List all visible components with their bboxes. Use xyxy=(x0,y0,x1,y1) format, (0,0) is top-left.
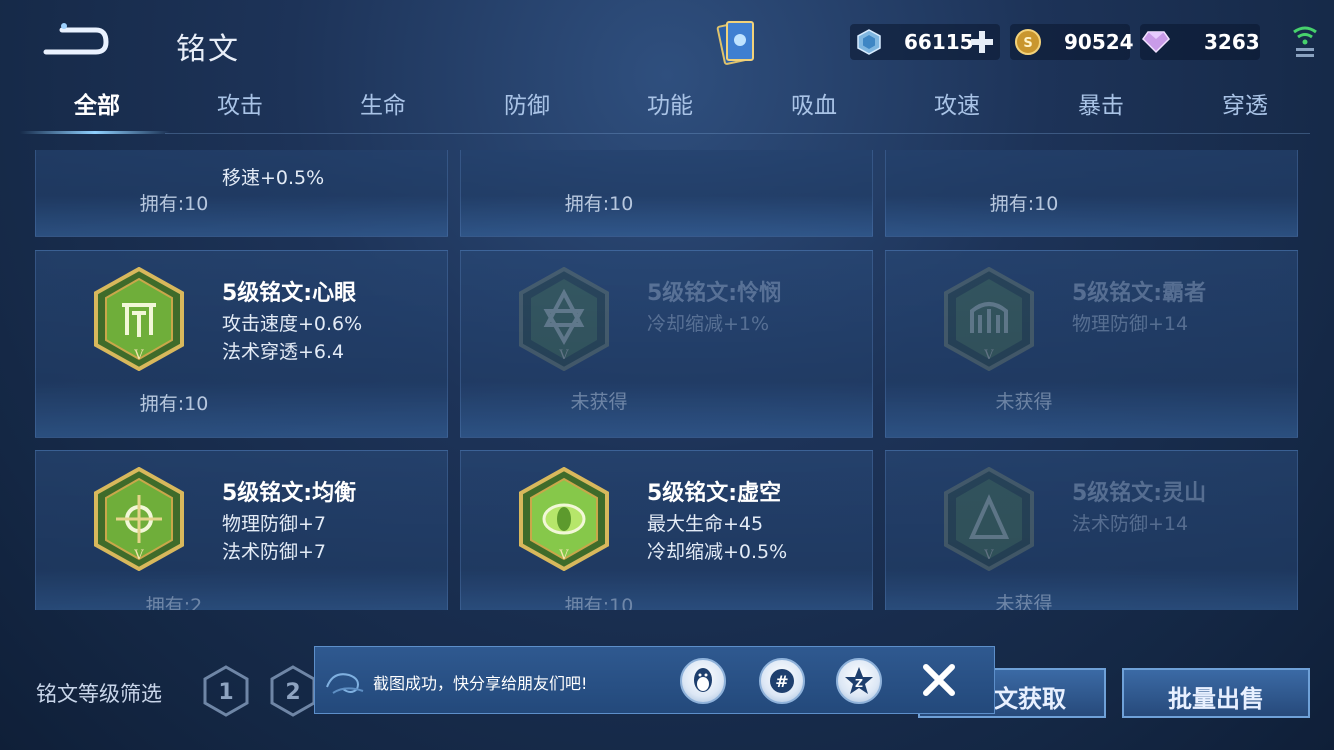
owned-count: 拥有:10 xyxy=(989,193,1059,215)
svg-text:#: # xyxy=(775,672,788,691)
inscription-stat: 物理防御+7 xyxy=(222,513,327,535)
inscription-card-lingshan[interactable]: V 5级铭文:灵山 法术防御+14 未获得 xyxy=(885,450,1298,610)
svg-text:V: V xyxy=(133,548,144,563)
bulk-sell-label: 批量出售 xyxy=(1168,685,1264,713)
active-tab-indicator xyxy=(20,131,170,134)
tab-lifesteal[interactable]: 吸血 xyxy=(759,86,869,120)
owned-count: 拥有:10 xyxy=(564,595,634,610)
inscription-name: 5级铭文:虚空 xyxy=(647,481,782,506)
inscription-card-xinyan[interactable]: V 5级铭文:心眼 攻击速度+0.6% 法术穿透+6.4 拥有:10 xyxy=(35,250,448,438)
svg-text:V: V xyxy=(983,348,994,363)
inscription-stat: 攻击速度+0.6% xyxy=(222,313,363,335)
wifi-icon xyxy=(1293,26,1317,57)
svg-text:S: S xyxy=(1023,36,1032,51)
svg-text:V: V xyxy=(983,548,994,563)
tab-health[interactable]: 生命 xyxy=(328,86,438,120)
bulk-sell-button[interactable]: 批量出售 xyxy=(1122,668,1310,718)
share-qq-button[interactable] xyxy=(680,658,726,704)
not-obtained-label: 未获得 xyxy=(995,593,1053,610)
diamond-currency: 3263 xyxy=(1140,24,1260,60)
inscription-card-junheng[interactable]: V 5级铭文:均衡 物理防御+7 法术防御+7 拥有:2 xyxy=(35,450,448,610)
screenshot-share-toast: 截图成功，快分享给朋友们吧! # Z xyxy=(314,646,995,714)
tab-penetration[interactable]: 穿透 xyxy=(1190,86,1300,120)
inscription-name: 5级铭文:心眼 xyxy=(222,281,357,306)
tab-divider xyxy=(165,133,1310,134)
inscription-gem-icon: V xyxy=(944,267,1034,371)
svg-text:2: 2 xyxy=(285,680,300,705)
inscription-stat: 移速+0.5% xyxy=(222,167,325,189)
level-1-filter-button[interactable]: 1 xyxy=(203,665,249,717)
inscription-card-lianmin[interactable]: V 5级铭文:怜悯 冷却缩减+1% 未获得 xyxy=(460,250,873,438)
inscription-card[interactable]: 拥有:10 xyxy=(885,150,1298,237)
not-obtained-label: 未获得 xyxy=(570,391,628,413)
inscription-stat: 法术防御+7 xyxy=(222,541,327,563)
add-icon[interactable] xyxy=(970,30,994,54)
inscription-gem-icon: V xyxy=(519,467,609,571)
inscription-name: 5级铭文:怜悯 xyxy=(647,281,782,306)
inscription-stat: 冷却缩减+0.5% xyxy=(647,541,788,563)
inscription-stat: 最大生命+45 xyxy=(647,513,764,535)
inscription-gem-icon: V xyxy=(944,467,1034,571)
inscription-stat: 冷却缩减+1% xyxy=(647,313,770,335)
svg-text:V: V xyxy=(133,348,144,363)
back-button[interactable] xyxy=(40,20,110,60)
inscription-stat: 法术防御+14 xyxy=(1072,513,1189,535)
qq-penguin-icon xyxy=(694,668,712,692)
share-topic-button[interactable]: # xyxy=(759,658,805,704)
inscription-gem-icon: V xyxy=(94,467,184,571)
share-qzone-button[interactable]: Z xyxy=(836,658,882,704)
tab-attack[interactable]: 攻击 xyxy=(185,86,295,120)
inscription-name: 5级铭文:灵山 xyxy=(1072,481,1207,506)
svg-text:V: V xyxy=(558,548,569,563)
level-2-filter-button[interactable]: 2 xyxy=(270,665,316,717)
owned-count: 拥有:10 xyxy=(139,393,209,415)
inscription-grid[interactable]: 移速+0.5% 拥有:10 拥有:10 拥有:10 V 5级铭文:心眼 攻击速度… xyxy=(0,150,1334,610)
inscription-name: 5级铭文:霸者 xyxy=(1072,281,1207,306)
svg-text:Z: Z xyxy=(855,677,863,690)
owned-count: 拥有:2 xyxy=(145,595,203,610)
gold-currency: S 90524 xyxy=(1010,24,1134,60)
toast-message: 截图成功，快分享给朋友们吧! xyxy=(373,674,588,693)
tab-critical[interactable]: 暴击 xyxy=(1046,86,1156,120)
card-pack-icon[interactable] xyxy=(713,18,759,68)
cloud-swirl-icon xyxy=(326,673,364,694)
tab-defense[interactable]: 防御 xyxy=(472,86,582,120)
inscription-card-xukong[interactable]: V 5级铭文:虚空 最大生命+45 冷却缩减+0.5% 拥有:10 xyxy=(460,450,873,610)
gold-coin-icon: S xyxy=(1015,29,1041,55)
inscription-gem-icon: V xyxy=(94,267,184,371)
qzone-star-icon: Z xyxy=(845,667,873,694)
inscription-card[interactable]: 移速+0.5% 拥有:10 xyxy=(35,150,448,237)
gem-icon xyxy=(857,29,881,55)
tab-attack-speed[interactable]: 攻速 xyxy=(902,86,1012,120)
diamond-icon xyxy=(1142,31,1170,54)
tab-all[interactable]: 全部 xyxy=(42,86,152,120)
tab-utility[interactable]: 功能 xyxy=(615,86,725,120)
page-title: 铭文 xyxy=(176,32,240,67)
inscription-card-bazhe[interactable]: V 5级铭文:霸者 物理防御+14 未获得 xyxy=(885,250,1298,438)
inscription-card[interactable]: 拥有:10 xyxy=(460,150,873,237)
inscription-gem-icon: V xyxy=(519,267,609,371)
owned-count: 拥有:10 xyxy=(139,193,209,215)
svg-text:V: V xyxy=(558,348,569,363)
inscription-stat: 法术穿透+6.4 xyxy=(222,341,345,363)
svg-text:1: 1 xyxy=(218,680,233,705)
not-obtained-label: 未获得 xyxy=(995,391,1053,413)
tab-bar: 全部 攻击 生命 防御 功能 吸血 攻速 暴击 穿透 xyxy=(0,86,1334,136)
inscription-name: 5级铭文:均衡 xyxy=(222,481,357,506)
hashtag-icon: # xyxy=(770,669,794,693)
obtain-label: 文获取 xyxy=(994,685,1066,713)
gem-currency: 66115 xyxy=(850,24,1000,60)
inscription-stat: 物理防御+14 xyxy=(1072,313,1189,335)
close-icon[interactable] xyxy=(919,660,959,700)
level-filter-label: 铭文等级筛选 xyxy=(36,682,162,706)
owned-count: 拥有:10 xyxy=(564,193,634,215)
